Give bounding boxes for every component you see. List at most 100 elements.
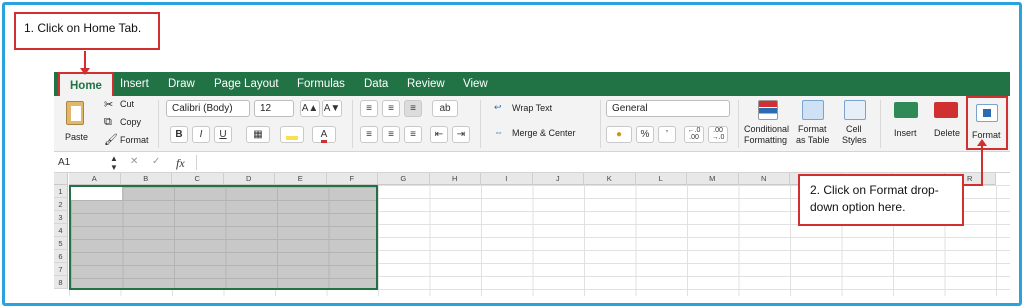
underline-button[interactable]: U	[214, 126, 232, 143]
name-box-stepper-icon[interactable]: ▲ ▼	[110, 154, 118, 172]
row-header-1[interactable]: 1	[54, 185, 68, 198]
wrap-text-label: Wrap Text	[512, 103, 553, 113]
tab-page-layout[interactable]: Page Layout	[214, 72, 279, 96]
active-cell[interactable]	[71, 187, 122, 200]
format-cells-button[interactable]: Format	[966, 96, 1008, 150]
paste-label: Paste	[65, 132, 89, 142]
cell-styles-label-2: Styles	[842, 135, 867, 145]
tab-home[interactable]: Home	[58, 72, 114, 96]
insert-function-icon[interactable]: fx	[176, 156, 185, 171]
name-box[interactable]: A1	[58, 157, 98, 168]
align-top-button[interactable]: ≡	[360, 100, 378, 117]
increase-indent-icon: ⇥	[456, 129, 466, 140]
column-header-f[interactable]: F	[326, 173, 378, 185]
row-header-5[interactable]: 5	[54, 237, 68, 250]
tab-formulas[interactable]: Formulas	[297, 72, 345, 96]
brush-icon: 🖌	[104, 134, 118, 146]
ribbon-tab-bar: Home Insert Draw Page Layout Formulas Da…	[54, 72, 1010, 96]
bold-button[interactable]: B	[170, 126, 188, 143]
row-header-8[interactable]: 8	[54, 276, 68, 289]
align-bottom-icon: ≡	[410, 103, 416, 114]
insert-cells-icon	[894, 102, 918, 118]
callout-2-arrow	[964, 184, 982, 186]
column-header-e[interactable]: E	[275, 173, 327, 185]
row-header-3[interactable]: 3	[54, 211, 68, 224]
column-header-k[interactable]: K	[584, 173, 636, 185]
scissors-icon: ✂	[104, 99, 114, 111]
column-header-b[interactable]: B	[120, 173, 172, 185]
formula-input[interactable]	[196, 155, 1006, 170]
column-header-l[interactable]: L	[635, 173, 687, 185]
home-ribbon: Paste ✂ Cut ⧉ Copy 🖌 Format Calibri (Bod…	[54, 96, 1010, 152]
insert-cells-button[interactable]: Insert	[890, 98, 922, 150]
cut-label: Cut	[120, 99, 135, 109]
fill-color-button[interactable]	[280, 126, 304, 143]
align-right-icon: ≡	[410, 129, 416, 140]
increase-indent-button[interactable]: ⇥	[452, 126, 470, 143]
cancel-icon[interactable]: ✕	[130, 156, 138, 167]
column-header-g[interactable]: G	[378, 173, 430, 185]
enter-icon[interactable]: ✓	[152, 156, 160, 167]
divider	[880, 100, 881, 148]
delete-cells-label: Delete	[934, 128, 961, 138]
select-all-corner[interactable]	[54, 173, 68, 185]
orientation-icon: ab	[439, 103, 451, 114]
align-bottom-button[interactable]: ≡	[404, 100, 422, 117]
grow-font-button[interactable]: A▲	[300, 100, 320, 117]
wrap-text-button[interactable]: ↩ Wrap Text	[494, 102, 574, 116]
column-header-m[interactable]: M	[687, 173, 739, 185]
font-name-select[interactable]: Calibri (Body)	[166, 100, 250, 117]
column-header-n[interactable]: N	[738, 173, 790, 185]
column-header-d[interactable]: D	[223, 173, 275, 185]
delete-cells-button[interactable]: Delete	[930, 98, 964, 150]
copy-button[interactable]: ⧉ Copy	[104, 116, 150, 130]
format-painter-button[interactable]: 🖌 Format	[104, 133, 150, 147]
column-header-a[interactable]: A	[69, 173, 121, 185]
column-header-h[interactable]: H	[429, 173, 481, 185]
column-header-j[interactable]: J	[532, 173, 584, 185]
accounting-format-button[interactable]: ●	[606, 126, 632, 143]
orientation-button[interactable]: ab	[432, 100, 458, 117]
percent-button[interactable]: %	[636, 126, 654, 143]
divider	[480, 100, 481, 148]
column-header-c[interactable]: C	[172, 173, 224, 185]
conditional-formatting-icon	[758, 100, 778, 120]
format-as-table-button[interactable]: Format as Table	[796, 98, 832, 150]
row-header-4[interactable]: 4	[54, 224, 68, 237]
row-header-2[interactable]: 2	[54, 198, 68, 211]
align-left-button[interactable]: ≡	[360, 126, 378, 143]
cell-styles-button[interactable]: Cell Styles	[840, 98, 870, 150]
decrease-indent-button[interactable]: ⇤	[430, 126, 448, 143]
borders-button[interactable]: ▦	[246, 126, 270, 143]
align-center-button[interactable]: ≡	[382, 126, 400, 143]
align-right-button[interactable]: ≡	[404, 126, 422, 143]
align-top-icon: ≡	[366, 103, 372, 114]
merge-center-button[interactable]: ⇔ Merge & Center	[494, 127, 604, 141]
tab-draw[interactable]: Draw	[168, 72, 195, 96]
comma-style-button[interactable]: ’	[658, 126, 676, 143]
cut-button[interactable]: ✂ Cut	[104, 98, 144, 112]
increase-decimal-button[interactable]: ←.0 .00	[684, 126, 704, 143]
italic-button[interactable]: I	[192, 126, 210, 143]
paste-button[interactable]: Paste	[60, 99, 94, 149]
decrease-decimal-button[interactable]: .00 →.0	[708, 126, 728, 143]
tab-review[interactable]: Review	[407, 72, 445, 96]
tab-view[interactable]: View	[463, 72, 488, 96]
number-format-select[interactable]: General	[606, 100, 730, 117]
tab-insert[interactable]: Insert	[120, 72, 149, 96]
align-left-icon: ≡	[366, 129, 372, 140]
fill-bucket-icon	[286, 136, 298, 140]
font-color-button[interactable]: A	[312, 126, 336, 143]
row-header-7[interactable]: 7	[54, 263, 68, 276]
shrink-font-button[interactable]: A▼	[322, 100, 342, 117]
divider	[352, 100, 353, 148]
row-header-6[interactable]: 6	[54, 250, 68, 263]
selected-range[interactable]	[69, 185, 378, 290]
font-size-select[interactable]: 12	[254, 100, 294, 117]
divider	[738, 100, 739, 148]
font-color-icon: A	[320, 129, 328, 143]
align-middle-button[interactable]: ≡	[382, 100, 400, 117]
tab-data[interactable]: Data	[364, 72, 388, 96]
conditional-formatting-button[interactable]: Conditional Formatting	[744, 98, 792, 150]
column-header-i[interactable]: I	[481, 173, 533, 185]
